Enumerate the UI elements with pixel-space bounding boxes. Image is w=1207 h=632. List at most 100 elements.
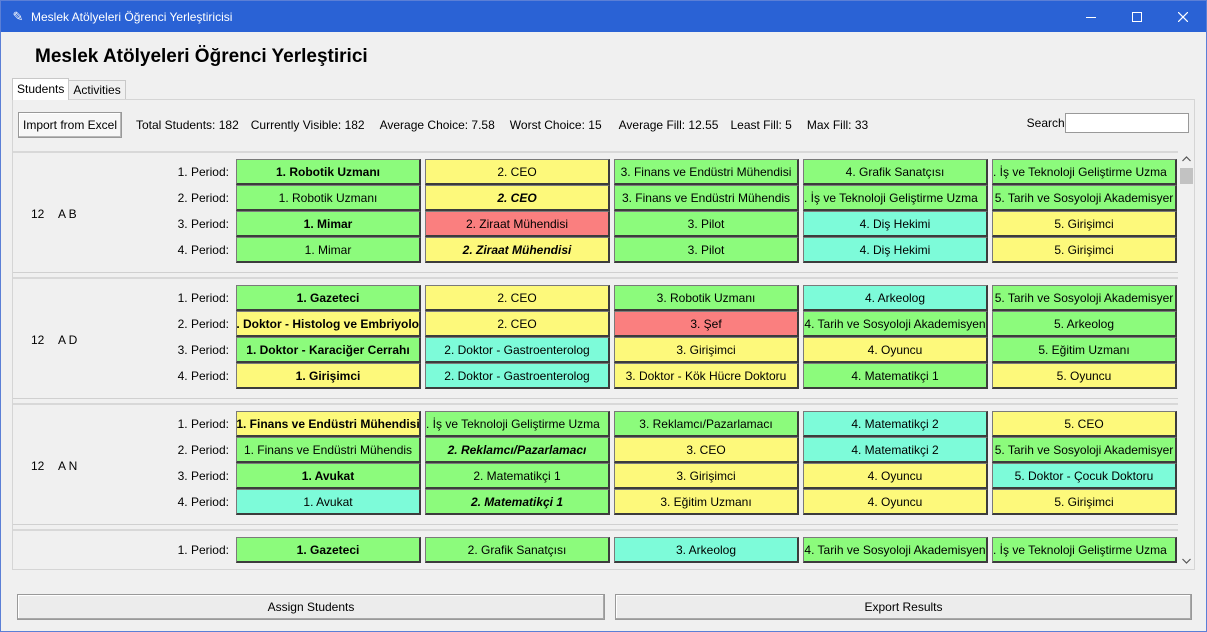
- activity-cell[interactable]: 2. Matematikçi 1: [425, 489, 610, 515]
- activity-cell[interactable]: 1. Mimar: [236, 237, 421, 263]
- search-input[interactable]: [1065, 113, 1189, 133]
- activity-cell[interactable]: 3. Finans ve Endüstri Mühendis: [614, 185, 799, 211]
- activity-cell[interactable]: 3. Finans ve Endüstri Mühendisi: [614, 159, 799, 185]
- period-row: 3. Period: 1. Doktor - Karaciğer Cerrahı 2…: [13, 337, 1179, 363]
- close-button[interactable]: [1160, 1, 1206, 32]
- activity-cell[interactable]: 2. Ziraat Mühendisi: [425, 211, 610, 237]
- activity-cell[interactable]: 2. CEO: [425, 159, 610, 185]
- activity-cell[interactable]: 4. Oyuncu: [803, 463, 988, 489]
- activity-cell[interactable]: 3. Şef: [614, 311, 799, 337]
- tab-activities[interactable]: Activities: [68, 80, 126, 100]
- student-list: 12 A B 1. Period: 1. Robotik Uzmanı 2. CEO 3.…: [13, 151, 1179, 569]
- activity-cell[interactable]: 5. Girişimci: [992, 489, 1177, 515]
- activity-cell[interactable]: 5. Girişimci: [992, 211, 1177, 237]
- window-title: Meslek Atölyeleri Öğrenci Yerleştiricisi: [31, 9, 233, 24]
- feather-icon: ✎: [12, 8, 24, 24]
- tab-students[interactable]: Students: [12, 78, 70, 100]
- period-label: 4. Period:: [177, 369, 229, 383]
- activity-cell[interactable]: 3. Pilot: [614, 211, 799, 237]
- period-label: 3. Period:: [177, 343, 229, 357]
- activity-cell[interactable]: 3. CEO: [614, 437, 799, 463]
- activity-cell[interactable]: 4. Matematikçi 2: [803, 411, 988, 437]
- activity-cell[interactable]: 5. CEO: [992, 411, 1177, 437]
- activity-cell[interactable]: 3. Eğitim Uzmanı: [614, 489, 799, 515]
- activity-cell[interactable]: 4. Arkeolog: [803, 285, 988, 311]
- activity-cell[interactable]: 3. Robotik Uzmanı: [614, 285, 799, 311]
- period-label: 3. Period:: [177, 217, 229, 231]
- scroll-up-button[interactable]: [1178, 151, 1194, 167]
- activity-cell[interactable]: 1. Mimar: [236, 211, 421, 237]
- activity-cell[interactable]: 1. Doktor - Histolog ve Embriyolog: [236, 311, 421, 337]
- scroll-down-button[interactable]: [1178, 553, 1194, 569]
- activity-cell[interactable]: 2. Ziraat Mühendisi: [425, 237, 610, 263]
- activity-cell[interactable]: 2. CEO: [425, 311, 610, 337]
- activity-cell[interactable]: 1. Gazeteci: [236, 285, 421, 311]
- activity-cell[interactable]: 2. CEO: [425, 185, 610, 211]
- activity-cell[interactable]: 1. Robotik Uzmanı: [236, 159, 421, 185]
- activity-cell[interactable]: 4. Diş Hekimi: [803, 237, 988, 263]
- activity-cell[interactable]: 4. Tarih ve Sosyoloji Akademisyen: [803, 311, 988, 337]
- activity-cell[interactable]: 4. Oyuncu: [803, 489, 988, 515]
- activity-cell[interactable]: 2. Matematikçi 1: [425, 463, 610, 489]
- page-title: Meslek Atölyeleri Öğrenci Yerleştirici: [35, 46, 368, 67]
- period-label: 2. Period:: [177, 317, 229, 331]
- tab-bar: Students Activities: [12, 78, 126, 100]
- period-label: 1. Period:: [177, 165, 229, 179]
- scroll-thumb[interactable]: [1180, 168, 1193, 184]
- stat-max-fill: Max Fill: 33: [806, 118, 869, 132]
- activity-cell[interactable]: 3. Arkeolog: [614, 537, 799, 563]
- activity-cell[interactable]: 3. Reklamcı/Pazarlamacı: [614, 411, 799, 437]
- assign-students-button[interactable]: Assign Students: [17, 594, 605, 620]
- minimize-button[interactable]: [1068, 1, 1114, 32]
- activity-cell[interactable]: 3. Doktor - Kök Hücre Doktoru: [614, 363, 799, 389]
- activity-cell[interactable]: 5. Eğitim Uzmanı: [992, 337, 1177, 363]
- activity-cell[interactable]: 4. Oyuncu: [803, 337, 988, 363]
- stat-least-fill: Least Fill: 5: [730, 118, 792, 132]
- activity-cell[interactable]: 4. Matematikçi 1: [803, 363, 988, 389]
- student-block: 12 A D 1. Period: 1. Gazeteci 2. CEO 3. Robot…: [13, 277, 1179, 399]
- activity-cell[interactable]: 1. Avukat: [236, 489, 421, 515]
- import-excel-button[interactable]: Import from Excel: [18, 112, 122, 138]
- activity-cell[interactable]: 2. CEO: [425, 285, 610, 311]
- activity-cell[interactable]: 1. Finans ve Endüstri Mühendisi: [236, 411, 421, 437]
- activity-cell[interactable]: 2. Doktor - Gastroenterolog: [425, 337, 610, 363]
- maximize-button[interactable]: [1114, 1, 1160, 32]
- activity-cell[interactable]: 5. Oyuncu: [992, 363, 1177, 389]
- activity-cell[interactable]: . İş ve Teknoloji Geliştirme Uzma: [803, 185, 988, 211]
- activity-cell[interactable]: . İş ve Teknoloji Geliştirme Uzma: [992, 159, 1177, 185]
- activity-cell[interactable]: 1. Gazeteci: [236, 537, 421, 563]
- activity-cell[interactable]: 1. Doktor - Karaciğer Cerrahı: [236, 337, 421, 363]
- activity-cell[interactable]: 1. Finans ve Endüstri Mühendis: [236, 437, 421, 463]
- activity-cell[interactable]: 1. Girişimci: [236, 363, 421, 389]
- activity-cell[interactable]: 3. Girişimci: [614, 337, 799, 363]
- activity-cell[interactable]: 3. Pilot: [614, 237, 799, 263]
- students-panel: Import from Excel Total Students: 182 Cu…: [12, 99, 1195, 570]
- period-row: 4. Period: 1. Avukat 2. Matematikçi 1 3. Eğ…: [13, 489, 1179, 515]
- period-row: 1. Period: 1. Gazeteci 2. CEO 3. Robotik Uz…: [13, 285, 1179, 311]
- activity-cell[interactable]: 4. Tarih ve Sosyoloji Akademisyen: [803, 537, 988, 563]
- activity-cell[interactable]: 4. Grafik Sanatçısı: [803, 159, 988, 185]
- vertical-scrollbar[interactable]: [1178, 151, 1194, 569]
- activity-cell[interactable]: 1. Robotik Uzmanı: [236, 185, 421, 211]
- period-label: 1. Period:: [177, 417, 229, 431]
- activity-cell[interactable]: . İş ve Teknoloji Geliştirme Uzma: [992, 537, 1177, 563]
- stat-currently-visible: Currently Visible: 182: [250, 118, 365, 132]
- activity-cell[interactable]: 2. Grafik Sanatçısı: [425, 537, 610, 563]
- period-label: 2. Period:: [177, 443, 229, 457]
- export-results-button[interactable]: Export Results: [615, 594, 1192, 620]
- period-label: 4. Period:: [177, 243, 229, 257]
- activity-cell[interactable]: . İş ve Teknoloji Geliştirme Uzma: [425, 411, 610, 437]
- activity-cell[interactable]: 1. Avukat: [236, 463, 421, 489]
- activity-cell[interactable]: 4. Diş Hekimi: [803, 211, 988, 237]
- activity-cell[interactable]: 3. Girişimci: [614, 463, 799, 489]
- activity-cell[interactable]: 5. Girişimci: [992, 237, 1177, 263]
- activity-cell[interactable]: 4. Matematikçi 2: [803, 437, 988, 463]
- activity-cell[interactable]: 5. Tarih ve Sosyoloji Akademisyer: [992, 437, 1177, 463]
- activity-cell[interactable]: 5. Arkeolog: [992, 311, 1177, 337]
- activity-cell[interactable]: 5. Tarih ve Sosyoloji Akademisyer: [992, 185, 1177, 211]
- activity-cell[interactable]: 2. Reklamcı/Pazarlamacı: [425, 437, 610, 463]
- activity-cell[interactable]: 2. Doktor - Gastroenterolog: [425, 363, 610, 389]
- activity-cell[interactable]: 5. Tarih ve Sosyoloji Akademisyer: [992, 285, 1177, 311]
- activity-cell[interactable]: 5. Doktor - Çocuk Doktoru: [992, 463, 1177, 489]
- stat-average-choice: Average Choice: 7.58: [379, 118, 495, 132]
